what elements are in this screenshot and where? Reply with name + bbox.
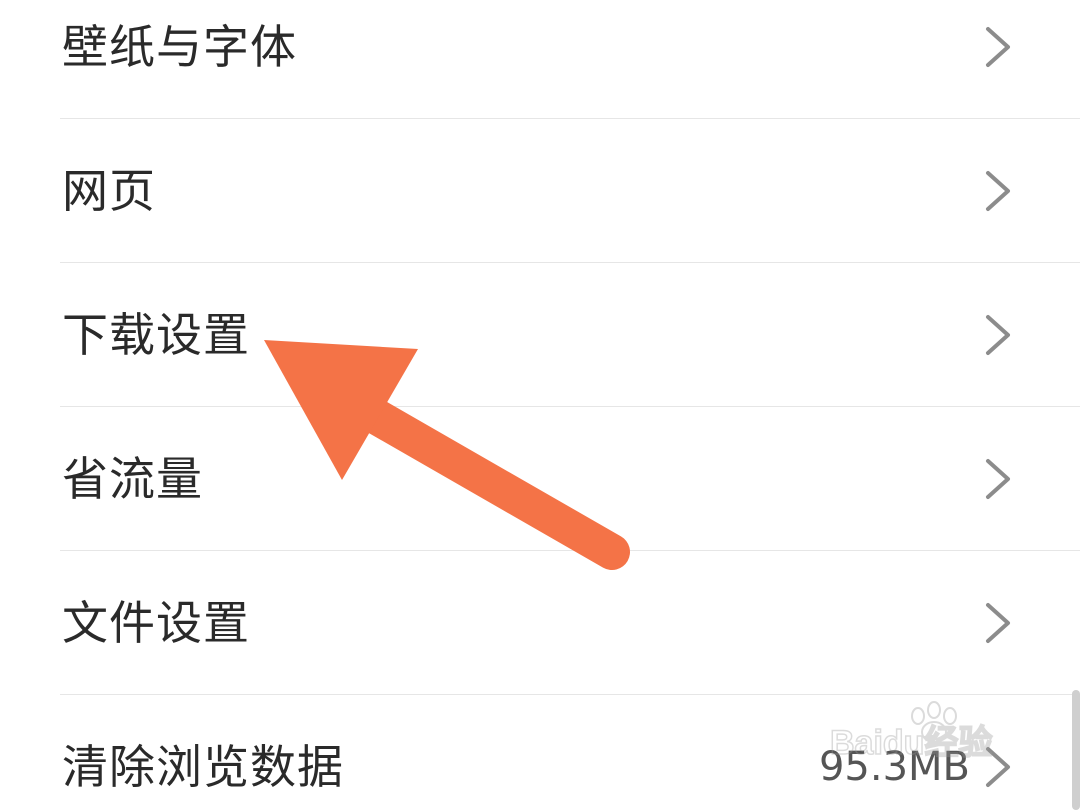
settings-item-label: 下载设置: [62, 308, 250, 362]
settings-item-data-saver[interactable]: 省流量: [0, 407, 1080, 551]
baidu-jingyan-watermark: Baidu经验: [830, 701, 993, 763]
svg-text:Baidu经验: Baidu经验: [830, 723, 992, 762]
settings-item-label: 清除浏览数据: [62, 740, 344, 794]
settings-item-wallpaper-font[interactable]: 壁纸与字体: [0, 0, 1080, 119]
chevron-right-icon: [986, 459, 1010, 499]
scrollbar[interactable]: [1072, 690, 1080, 810]
settings-item-label: 省流量: [62, 452, 203, 506]
settings-list: 壁纸与字体 网页 下载设置 省流量 文件设置 清除浏览数据 95.3MB: [0, 0, 1080, 810]
settings-item-label: 文件设置: [62, 596, 250, 650]
settings-item-download-settings[interactable]: 下载设置: [0, 263, 1080, 407]
chevron-right-icon: [986, 27, 1010, 67]
settings-item-file-settings[interactable]: 文件设置: [0, 551, 1080, 695]
settings-item-label: 网页: [62, 164, 156, 218]
settings-item-label: 壁纸与字体: [62, 20, 297, 74]
chevron-right-icon: [986, 315, 1010, 355]
settings-item-webpage[interactable]: 网页: [0, 119, 1080, 263]
chevron-right-icon: [986, 171, 1010, 211]
chevron-right-icon: [986, 603, 1010, 643]
